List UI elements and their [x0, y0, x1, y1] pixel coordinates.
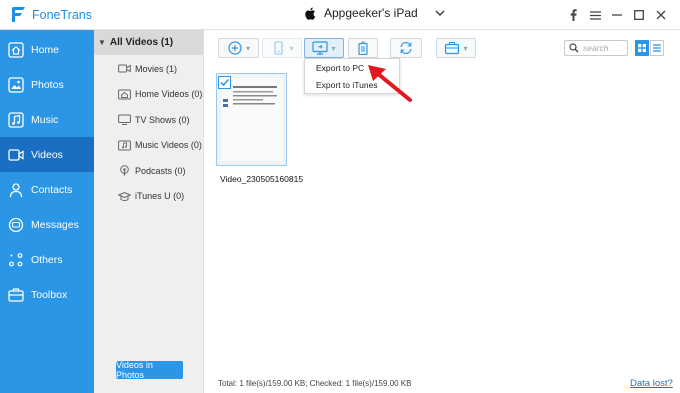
title-bar: FoneTrans Appgeeker's iPad — [0, 0, 680, 30]
home-icon — [8, 41, 24, 58]
toolbox-icon — [445, 41, 460, 55]
videos-icon — [8, 148, 24, 161]
contacts-icon — [9, 182, 23, 197]
minimize-icon[interactable] — [606, 7, 628, 23]
search-box[interactable] — [564, 40, 628, 56]
nav-item-music[interactable]: Music — [0, 102, 94, 137]
export-to-pc-icon — [312, 41, 329, 55]
maximize-icon[interactable] — [628, 7, 650, 23]
data-lost-link[interactable]: Data lost? — [630, 378, 673, 389]
checkmark-icon — [220, 78, 230, 87]
dropdown-arrow-icon: ▾ — [245, 43, 250, 53]
nav-item-videos[interactable]: Videos — [0, 137, 94, 172]
category-movies[interactable]: Movies (1) — [94, 56, 203, 82]
apple-icon — [305, 7, 316, 20]
category-label: Movies (1) — [135, 63, 178, 74]
chevron-down-icon — [435, 10, 445, 16]
nav-item-contacts[interactable]: Contacts — [0, 172, 94, 207]
tv-icon — [118, 114, 131, 126]
category-itunes-u[interactable]: iTunes U (0) — [94, 184, 203, 210]
nav-item-others[interactable]: Others — [0, 242, 94, 277]
toolbox-icon — [8, 287, 24, 302]
all-videos-header[interactable]: ▼ All Videos (1) — [94, 30, 203, 55]
screen-preview-image — [223, 86, 277, 107]
category-podcasts[interactable]: Podcasts (0) — [94, 158, 203, 184]
main-content: ▾ ▾ ▾ ▾ search Video_230505160815 Export… — [205, 30, 680, 393]
grid-view-icon — [638, 44, 646, 52]
search-icon — [569, 43, 579, 53]
nav-item-label: Contacts — [31, 183, 73, 196]
nav-item-label: Others — [31, 253, 63, 266]
facebook-icon[interactable] — [562, 7, 584, 23]
nav-item-label: Toolbox — [31, 288, 68, 301]
app-logo: FoneTrans — [10, 6, 92, 23]
music-icon — [8, 111, 24, 128]
list-view-button[interactable] — [650, 40, 664, 56]
category-home-videos[interactable]: Home Videos (0) — [94, 82, 203, 108]
sync-icon — [400, 42, 412, 54]
category-label: Music Videos (0) — [135, 140, 202, 151]
delete-button[interactable] — [348, 38, 378, 58]
videos-in-photos-button[interactable]: Videos in Photos — [116, 360, 183, 380]
export-to-pc-button[interactable]: ▾ — [304, 38, 344, 58]
add-icon — [228, 41, 242, 55]
messages-icon — [8, 217, 24, 232]
dropdown-arrow-icon: ▾ — [289, 43, 294, 53]
export-to-device-button[interactable]: ▾ — [262, 38, 302, 58]
device-name: Appgeeker's iPad — [324, 6, 418, 20]
export-to-device-icon — [274, 41, 284, 55]
nav-item-label: Home — [31, 43, 60, 56]
search-input[interactable] — [583, 42, 627, 54]
delete-icon — [358, 41, 368, 55]
movies-icon — [118, 64, 131, 73]
close-icon[interactable] — [650, 7, 672, 23]
nav-item-home[interactable]: Home — [0, 32, 94, 67]
video-thumbnail[interactable] — [216, 73, 287, 166]
category-label: Home Videos (0) — [135, 89, 203, 100]
itunes-u-icon — [118, 191, 131, 201]
select-checkbox[interactable] — [218, 76, 231, 89]
red-annotation-arrow — [368, 65, 412, 102]
dropdown-arrow-icon: ▾ — [463, 43, 468, 53]
video-file-name: Video_230505160815 — [220, 174, 304, 184]
podcast-icon — [120, 165, 129, 176]
nav-item-label: Music — [31, 113, 59, 126]
home-videos-icon — [118, 89, 131, 100]
device-selector[interactable]: Appgeeker's iPad — [305, 6, 445, 20]
triangle-down-icon: ▼ — [98, 38, 106, 47]
sync-button[interactable] — [390, 38, 422, 58]
category-panel: ▼ All Videos (1) Movies (1) Home Videos … — [94, 30, 204, 393]
category-music-videos[interactable]: Music Videos (0) — [94, 133, 203, 159]
menu-icon[interactable] — [584, 7, 606, 23]
category-label: Podcasts (0) — [135, 165, 186, 176]
nav-item-photos[interactable]: Photos — [0, 67, 94, 102]
dropdown-arrow-icon: ▾ — [331, 43, 336, 53]
photos-icon — [8, 76, 24, 93]
toolbox-button[interactable]: ▾ — [436, 38, 476, 58]
add-button[interactable]: ▾ — [218, 38, 259, 58]
sidebar-nav: Home Photos Music Videos Contacts Messag… — [0, 30, 94, 393]
nav-item-label: Videos — [31, 148, 63, 161]
fonetrans-logo-icon — [12, 7, 25, 22]
thumbnail-preview — [221, 78, 283, 161]
toolbar: ▾ ▾ ▾ ▾ — [205, 30, 680, 66]
nav-item-label: Photos — [31, 78, 64, 91]
app-name: FoneTrans — [32, 7, 92, 22]
category-tv-shows[interactable]: TV Shows (0) — [94, 107, 203, 133]
list-view-icon — [653, 44, 661, 52]
music-videos-icon — [118, 140, 131, 151]
window-controls — [562, 7, 672, 23]
nav-item-messages[interactable]: Messages — [0, 207, 94, 242]
others-icon — [9, 252, 23, 266]
nav-item-label: Messages — [31, 218, 79, 231]
grid-view-button[interactable] — [635, 40, 649, 56]
nav-item-toolbox[interactable]: Toolbox — [0, 277, 94, 312]
category-label: iTunes U (0) — [135, 191, 185, 202]
status-bar-text: Total: 1 file(s)/159.00 KB; Checked: 1 f… — [218, 379, 412, 388]
category-label: TV Shows (0) — [135, 114, 190, 125]
category-header-label: All Videos (1) — [109, 37, 174, 48]
